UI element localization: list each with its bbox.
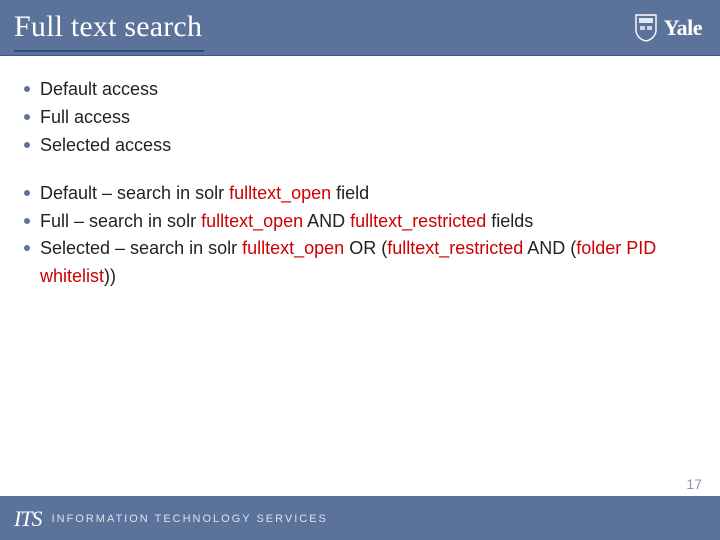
list-item: Selected access	[18, 132, 688, 160]
list-item-text: Default access	[40, 79, 158, 99]
field-name: fulltext_restricted	[387, 238, 523, 258]
search-details-list: Default – search in solr fulltext_open f…	[18, 180, 688, 292]
its-logo: ITS INFORMATION TECHNOLOGY SERVICES	[14, 506, 328, 532]
field-name: fulltext_open	[242, 238, 344, 258]
footer-bar: ITS INFORMATION TECHNOLOGY SERVICES	[0, 496, 720, 540]
text: Selected – search in solr	[40, 238, 242, 258]
list-item-text: Selected access	[40, 135, 171, 155]
slide-title: Full text search	[14, 10, 204, 52]
list-item: Full access	[18, 104, 688, 132]
access-types-list: Default access Full access Selected acce…	[18, 76, 688, 160]
list-item: Full – search in solr fulltext_open AND …	[18, 208, 688, 236]
list-item: Default access	[18, 76, 688, 104]
text: Default – search in solr	[40, 183, 229, 203]
text: OR (	[344, 238, 387, 258]
header-bar: Full text search Yale	[0, 0, 720, 56]
yale-logo: Yale	[634, 14, 702, 42]
text: AND	[303, 211, 350, 231]
shield-icon	[634, 14, 658, 42]
text: field	[331, 183, 369, 203]
list-item: Default – search in solr fulltext_open f…	[18, 180, 688, 208]
list-item: Selected – search in solr fulltext_open …	[18, 235, 688, 291]
list-item-text: Full access	[40, 107, 130, 127]
its-mark: ITS	[14, 506, 42, 532]
page-number: 17	[686, 476, 702, 492]
field-name: fulltext_open	[201, 211, 303, 231]
brand-text: Yale	[664, 15, 702, 41]
text: fields	[486, 211, 533, 231]
field-name: fulltext_open	[229, 183, 331, 203]
text: ))	[104, 266, 116, 286]
its-text: INFORMATION TECHNOLOGY SERVICES	[52, 513, 328, 525]
field-name: fulltext_restricted	[350, 211, 486, 231]
slide-content: Default access Full access Selected acce…	[0, 56, 720, 291]
text: Full – search in solr	[40, 211, 201, 231]
text: AND (	[523, 238, 576, 258]
